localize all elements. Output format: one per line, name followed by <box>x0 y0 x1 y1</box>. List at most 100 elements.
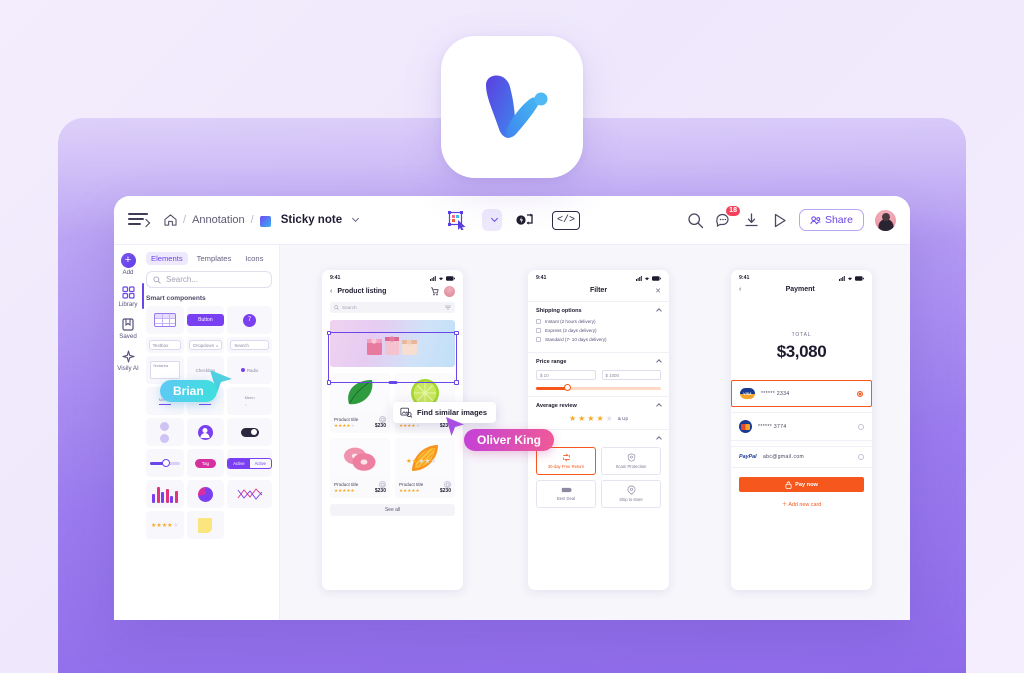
chevron-up-icon[interactable] <box>656 359 662 365</box>
canvas[interactable]: 9:41 ‹ Product listing Search Product ti… <box>280 245 910 620</box>
filter-icon[interactable] <box>444 305 452 311</box>
top-toolbar: / Annotation / Sticky note </> 18 Share <box>114 196 910 245</box>
payment-method-mastercard[interactable]: ****** 3774 <box>731 412 872 441</box>
visily-logo-icon <box>486 75 548 138</box>
checkbox-row[interactable]: Express (2 days delivery) <box>536 328 661 333</box>
radio-icon[interactable] <box>858 423 864 430</box>
search-input[interactable]: Search... <box>146 271 272 288</box>
tag-component[interactable]: Tag <box>186 449 225 477</box>
section-title: Average review <box>536 402 577 409</box>
filter-option-scam-protection[interactable]: Scam Protection <box>601 446 661 475</box>
product-card[interactable]: Product title ★★★★★ $230 <box>395 438 455 498</box>
avatar-list-component[interactable] <box>146 418 184 446</box>
see-all-button[interactable]: See all <box>330 504 455 516</box>
price-min-input[interactable]: $ 10 <box>536 370 596 380</box>
line-chart-component[interactable] <box>227 480 272 508</box>
chevron-down-icon[interactable] <box>352 214 360 222</box>
gear-icon[interactable] <box>444 481 451 488</box>
comments-icon[interactable]: 18 <box>715 205 740 229</box>
tab-elements[interactable]: Elements <box>146 252 188 265</box>
pay-now-button[interactable]: Pay now <box>739 477 864 492</box>
button-component[interactable]: Button <box>186 306 225 334</box>
dropdown-component[interactable]: Dropdown v <box>186 337 225 353</box>
filter-option-best-deal[interactable]: Best Deal <box>536 479 596 508</box>
segmented-control-component[interactable]: Active Active <box>227 449 272 477</box>
breadcrumb-page[interactable]: Sticky note <box>281 214 342 226</box>
radio-icon[interactable] <box>858 454 864 460</box>
tool-options-dropdown[interactable] <box>482 209 502 231</box>
product-card[interactable]: Product title ★★★★★ $230 <box>330 373 390 433</box>
home-icon[interactable] <box>164 214 177 226</box>
avatar-component[interactable] <box>186 418 225 446</box>
rail-item-add[interactable]: + Add <box>114 253 142 276</box>
hero-image[interactable] <box>330 320 455 367</box>
search-component[interactable]: Search <box>227 337 272 353</box>
payment-method-visa[interactable]: VISA ****** 2334 <box>731 380 872 407</box>
left-rail: + Add Library Saved Visily AI <box>114 245 144 620</box>
status-time: 9:41 <box>739 275 750 281</box>
product-title: Product title <box>334 417 359 422</box>
filter-option-ship-to-store[interactable]: Ship to store <box>601 479 661 508</box>
avatar[interactable] <box>875 209 896 231</box>
floating-rating[interactable]: ★★ ★★★ <box>406 457 436 465</box>
breadcrumb-project[interactable]: Annotation <box>192 214 245 226</box>
bar-chart-component[interactable] <box>146 480 184 508</box>
price-slider[interactable] <box>536 384 661 392</box>
gear-icon[interactable] <box>379 481 386 488</box>
ai-flow-icon <box>516 213 533 225</box>
textbox-component[interactable]: Textbox <box>146 337 184 353</box>
search-input[interactable]: Search <box>330 302 455 313</box>
status-icons <box>636 275 661 281</box>
leaf-image <box>348 380 373 405</box>
chevron-up-icon[interactable] <box>656 402 662 409</box>
price-max-input[interactable]: $ 1000 <box>601 370 661 380</box>
phone-product-listing[interactable]: 9:41 ‹ Product listing Search Product ti… <box>322 270 463 590</box>
tag-label: Tag <box>194 458 217 468</box>
search-icon[interactable] <box>687 212 704 229</box>
payment-method-value: ****** 3774 <box>758 423 787 430</box>
share-button[interactable]: Share <box>798 209 864 231</box>
section-title: Shipping options <box>536 308 582 314</box>
search-icon <box>334 305 339 310</box>
rail-item-visily-ai[interactable]: Visily AI <box>114 349 142 372</box>
tag-icon <box>561 487 572 493</box>
filter-option-label: Ship to store <box>619 497 643 502</box>
slider-component[interactable] <box>146 449 184 477</box>
pie-chart-component[interactable] <box>186 480 225 508</box>
rating-component[interactable]: ★★★★ ★ <box>146 511 184 539</box>
chevron-up-icon[interactable] <box>656 435 662 442</box>
close-icon[interactable]: ✕ <box>655 287 661 295</box>
table-component[interactable] <box>146 306 184 334</box>
chevron-up-icon[interactable] <box>656 308 662 314</box>
radio-icon[interactable] <box>857 390 863 397</box>
avatar[interactable] <box>444 286 455 297</box>
gear-icon[interactable] <box>379 416 386 423</box>
download-icon[interactable] <box>743 212 760 229</box>
tab-icons[interactable]: Icons <box>240 252 268 265</box>
chevron-left-icon[interactable]: ‹ <box>739 286 741 293</box>
checkbox-row[interactable]: Instant (2 hours delivery) <box>536 319 661 324</box>
present-icon[interactable] <box>771 212 788 229</box>
rail-item-saved[interactable]: Saved <box>114 317 142 340</box>
ai-flow-tool[interactable] <box>514 207 540 233</box>
tab-templates[interactable]: Templates <box>192 252 237 265</box>
payment-method-paypal[interactable]: PayPal abc@gmail.com <box>731 446 872 468</box>
status-time: 9:41 <box>536 275 547 281</box>
phone-payment[interactable]: 9:41 ‹ Payment TOTAL $3,080 VISA ****** … <box>731 270 872 590</box>
select-frame-tool[interactable] <box>444 207 470 233</box>
rail-label-saved: Saved <box>119 333 137 340</box>
checkbox-row[interactable]: Standard (7- 10 days delivery) <box>536 337 661 342</box>
hamburger-icon[interactable] <box>128 213 151 228</box>
badge-component[interactable]: 7 <box>227 306 272 334</box>
chevron-left-icon[interactable]: ‹ <box>330 288 332 295</box>
rail-item-library[interactable]: Library <box>114 283 144 309</box>
sticky-note-component[interactable] <box>186 511 225 539</box>
code-view-tool[interactable]: </> <box>552 210 580 230</box>
add-new-card-button[interactable]: ＋ Add new card <box>731 500 872 508</box>
cart-icon[interactable] <box>430 287 439 296</box>
add-new-card-label: Add new card <box>788 502 822 508</box>
review-stars[interactable]: ★ ★ ★ ★ ★ & Up <box>536 414 661 423</box>
product-card[interactable]: Product title ★★★★★ $230 <box>330 438 390 498</box>
slider-icon <box>149 458 180 467</box>
toggle-component[interactable] <box>227 418 272 446</box>
